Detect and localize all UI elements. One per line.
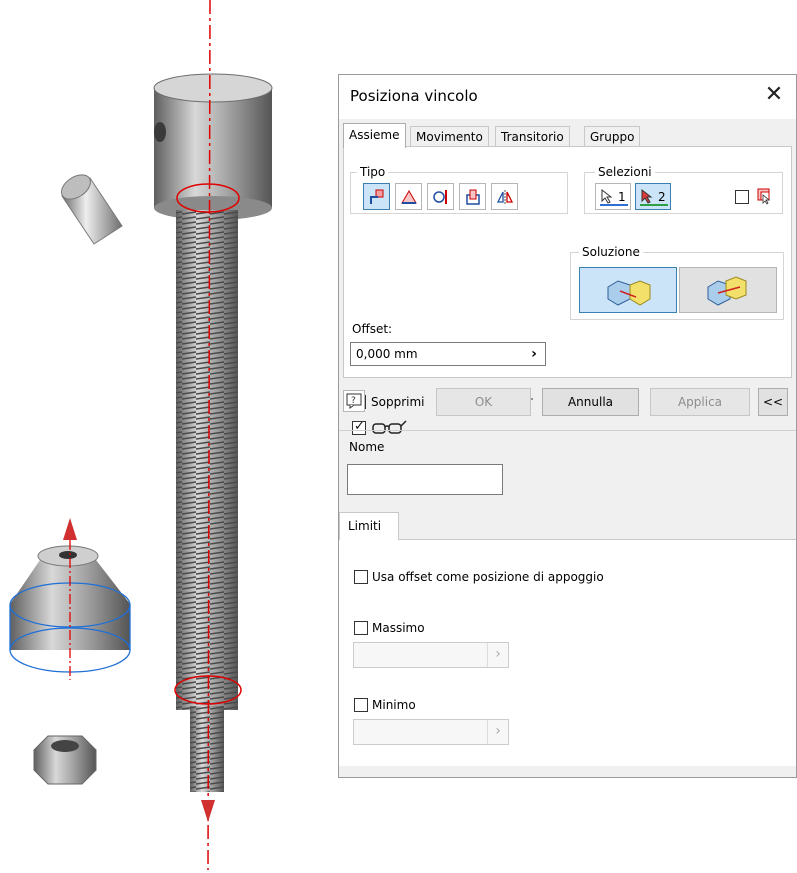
offset-label: Offset: (352, 322, 393, 336)
massimo-arrow-icon[interactable]: › (487, 643, 508, 667)
svg-text:?: ? (351, 396, 356, 406)
soluzione-label: Soluzione (579, 244, 643, 260)
offset-input[interactable]: 0,000 mm › (350, 342, 546, 366)
minimo-label: Minimo (372, 698, 416, 712)
first-occurrence-checkbox[interactable] (735, 190, 749, 204)
solution-flush-button[interactable] (679, 267, 777, 313)
applica-button[interactable]: Applica (650, 388, 750, 416)
preview-checkbox[interactable] (352, 419, 366, 435)
annulla-button[interactable]: Annulla (542, 388, 639, 416)
cone-part[interactable] (9, 518, 131, 680)
minimo-arrow-icon[interactable]: › (487, 720, 508, 744)
tab-limiti[interactable]: Limiti (339, 512, 399, 540)
nut-part[interactable] (33, 735, 97, 785)
tipo-label: Tipo (357, 164, 389, 180)
massimo-label: Massimo (372, 621, 425, 635)
symmetry-icon[interactable] (491, 183, 518, 210)
tab-assieme[interactable]: Assieme (343, 123, 406, 148)
pick-part-first-icon (757, 188, 771, 205)
selection-1-button[interactable]: 1 (595, 183, 631, 210)
ok-button[interactable]: OK (436, 388, 531, 416)
separator (339, 430, 796, 431)
mate-icon[interactable] (363, 183, 390, 210)
collapse-button[interactable]: << (758, 388, 788, 416)
tab-gruppo-vincoli[interactable]: Gruppo vincoli (584, 126, 641, 164)
tipo-group: Tipo (350, 164, 568, 214)
axis-arrow-up-icon (63, 518, 77, 540)
massimo-input[interactable]: › (353, 642, 509, 668)
minimo-checkbox[interactable] (354, 698, 368, 712)
tab-transitorio[interactable]: Transitorio (495, 126, 570, 147)
tab-movimento[interactable]: Movimento (410, 126, 489, 147)
insert-icon[interactable] (459, 183, 486, 210)
limiti-label: Limiti (348, 519, 382, 533)
selection-1-label: 1 (618, 190, 626, 204)
angle-icon[interactable] (395, 183, 422, 210)
nome-input[interactable] (347, 464, 503, 495)
sopprimi-label: Sopprimi (371, 395, 425, 409)
dialog-title: Posiziona vincolo (350, 87, 478, 105)
usa-offset-checkbox[interactable] (354, 570, 368, 584)
solution-mate-button[interactable] (579, 267, 677, 313)
limiti-panel: Usa offset come posizione di appoggio Ma… (339, 539, 796, 766)
minimo-input[interactable]: › (353, 719, 509, 745)
selection-2-button[interactable]: 2 (635, 183, 671, 210)
offset-value: 0,000 mm (356, 347, 418, 361)
lower-shaft[interactable] (190, 706, 224, 792)
close-icon[interactable]: ✕ (760, 81, 788, 109)
selezioni-group: Selezioni 1 2 (584, 164, 783, 214)
glasses-preview-icon (372, 420, 407, 434)
screw-head[interactable] (153, 73, 273, 220)
soluzione-group: Soluzione (570, 244, 784, 320)
selection-2-label: 2 (658, 190, 666, 204)
nome-label: Nome (349, 440, 385, 454)
usa-offset-label: Usa offset come posizione di appoggio (372, 570, 604, 584)
dialog-titlebar[interactable]: Posiziona vincolo ✕ (339, 75, 796, 119)
axis-arrow-down-icon (201, 800, 215, 822)
pin-part[interactable] (57, 170, 123, 245)
tangent-icon[interactable] (427, 183, 454, 210)
place-constraint-dialog: Posiziona vincolo ✕ Assieme Movimento Tr… (338, 74, 797, 778)
help-button[interactable]: ? (343, 390, 365, 412)
offset-arrow-icon[interactable]: › (523, 343, 545, 365)
assieme-panel: Tipo Selezioni 1 2 Offset: 0,000 mm › So… (343, 146, 792, 435)
massimo-checkbox[interactable] (354, 621, 368, 635)
threaded-shaft[interactable] (176, 210, 238, 710)
selezioni-label: Selezioni (595, 164, 655, 180)
